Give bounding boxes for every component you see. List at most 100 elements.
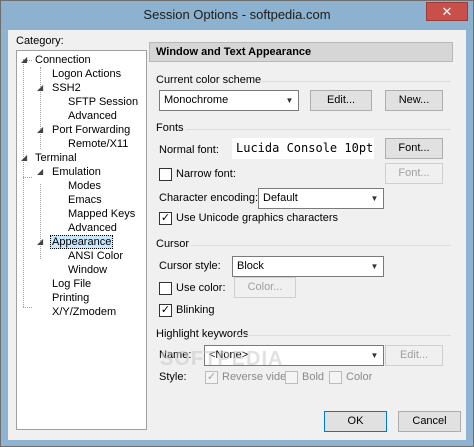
tree-item-emulation[interactable]: Emulation: [50, 165, 103, 179]
narrow-font-checkbox[interactable]: [159, 168, 172, 181]
use-color-label: Use color:: [176, 282, 226, 294]
tree-item-label: ANSI Color: [68, 250, 124, 262]
tree-item-remote-x11[interactable]: Remote/X11: [66, 137, 130, 151]
tree-item-terminal[interactable]: Terminal: [33, 151, 79, 165]
category-label: Category:: [16, 35, 64, 47]
tree-item-label: Advanced: [68, 110, 117, 122]
tree-item-xyzmodem[interactable]: X/Y/Zmodem: [50, 305, 118, 319]
new-color-scheme-button[interactable]: New...: [385, 90, 443, 111]
color-scheme-title: Current color scheme: [156, 74, 262, 86]
panel-header: Window and Text Appearance: [149, 42, 453, 62]
tree-item-label: Logon Actions: [52, 68, 122, 80]
tree-item-label: Terminal: [35, 152, 77, 164]
cursor-style-select[interactable]: Block ▼: [232, 256, 384, 277]
dialog-client: Category: ◢ Connection Logon Actions ◢ S…: [8, 30, 466, 440]
session-options-window: Session Options - softpedia.com ✕ Catego…: [0, 0, 474, 447]
tree-item-printing[interactable]: Printing: [50, 291, 91, 305]
ok-button[interactable]: OK: [324, 411, 387, 432]
tree-item-appearance[interactable]: Appearance: [50, 235, 114, 249]
collapse-icon[interactable]: ◢: [21, 56, 28, 64]
collapse-icon[interactable]: ◢: [37, 84, 44, 92]
tree-item-ssh2-advanced[interactable]: Advanced: [66, 109, 119, 123]
cursor-style-value: Block: [237, 260, 264, 272]
tree-item-emacs[interactable]: Emacs: [66, 193, 104, 207]
tree-item-mapped-keys[interactable]: Mapped Keys: [66, 207, 137, 221]
tree-item-label: Modes: [68, 180, 102, 192]
unicode-graphics-label: Use Unicode graphics characters: [176, 212, 339, 224]
group-divider: [186, 129, 451, 130]
tree-item-label: Port Forwarding: [52, 124, 131, 136]
bold-label: Bold: [302, 371, 325, 383]
reverse-video-label: Reverse video: [222, 371, 293, 383]
use-color-checkbox[interactable]: [159, 282, 172, 295]
group-divider: [259, 81, 451, 82]
tree-item-port-forwarding[interactable]: Port Forwarding: [50, 123, 132, 137]
tree-item-modes[interactable]: Modes: [66, 179, 103, 193]
highlight-edit-button[interactable]: Edit...: [385, 345, 443, 366]
color-label: Color: [346, 371, 373, 383]
tree-item-window[interactable]: Window: [66, 263, 109, 277]
blinking-label: Blinking: [176, 304, 215, 316]
normal-font-button[interactable]: Font...: [385, 138, 443, 159]
tree-item-label: Printing: [52, 292, 90, 304]
encoding-value: Default: [263, 192, 298, 204]
tree-item-label: SFTP Session: [68, 96, 139, 108]
chevron-down-icon: ▼: [285, 96, 294, 105]
tree-item-label: Emacs: [68, 194, 102, 206]
tree-item-label: Window: [68, 264, 108, 276]
color-scheme-value: Monochrome: [164, 94, 229, 106]
tree-item-label: Log File: [52, 278, 92, 290]
category-tree[interactable]: ◢ Connection Logon Actions ◢ SSH2 SFTP S…: [16, 50, 147, 430]
chevron-down-icon: ▼: [370, 262, 379, 271]
tree-item-sftp-session[interactable]: SFTP Session: [66, 95, 140, 109]
tree-item-connection[interactable]: Connection: [33, 53, 93, 67]
chevron-down-icon: ▼: [370, 351, 379, 360]
tree-line: [23, 177, 24, 307]
tree-item-label: Advanced: [68, 222, 117, 234]
tree-item-label: Appearance: [50, 235, 114, 249]
highlight-style-label: Style:: [159, 371, 187, 383]
blinking-checkbox[interactable]: ✓: [159, 304, 172, 317]
softpedia-watermark: SOFTPEDIA: [160, 348, 284, 370]
cursor-style-label: Cursor style:: [159, 260, 221, 272]
collapse-icon[interactable]: ◢: [37, 168, 44, 176]
close-button[interactable]: ✕: [426, 2, 468, 21]
collapse-icon[interactable]: ◢: [37, 238, 44, 246]
narrow-font-label: Narrow font:: [176, 168, 236, 180]
cursor-color-button[interactable]: Color...: [234, 277, 296, 298]
tree-item-label: Mapped Keys: [68, 208, 136, 220]
unicode-graphics-checkbox[interactable]: ✓: [159, 212, 172, 225]
narrow-font-button[interactable]: Font...: [385, 163, 443, 184]
tree-item-label: Emulation: [52, 166, 101, 178]
tree-item-ssh2[interactable]: SSH2: [50, 81, 83, 95]
tree-item-log-file[interactable]: Log File: [50, 277, 93, 291]
tree-line: [23, 177, 32, 178]
tree-item-label: X/Y/Zmodem: [52, 306, 117, 318]
color-scheme-select[interactable]: Monochrome ▼: [159, 90, 299, 111]
encoding-label: Character encoding:: [159, 192, 259, 204]
normal-font-preview: Lucida Console 10pt: [232, 138, 374, 159]
encoding-select[interactable]: Default ▼: [258, 188, 384, 209]
tree-item-ansi-color[interactable]: ANSI Color: [66, 249, 125, 263]
edit-color-scheme-button[interactable]: Edit...: [310, 90, 372, 111]
title-bar[interactable]: Session Options - softpedia.com ✕: [1, 1, 473, 30]
reverse-video-checkbox[interactable]: ✓: [205, 371, 218, 384]
cancel-button[interactable]: Cancel: [398, 411, 461, 432]
collapse-icon[interactable]: ◢: [21, 154, 28, 162]
fonts-title: Fonts: [156, 122, 184, 134]
tree-item-label: SSH2: [52, 82, 81, 94]
collapse-icon[interactable]: ◢: [37, 126, 44, 134]
tree-item-emulation-advanced[interactable]: Advanced: [66, 221, 119, 235]
tree-line: [40, 67, 41, 149]
tree-line: [40, 184, 41, 259]
chevron-down-icon: ▼: [370, 194, 379, 203]
bold-checkbox[interactable]: [285, 371, 298, 384]
tree-item-logon-actions[interactable]: Logon Actions: [50, 67, 123, 81]
tree-item-label: Remote/X11: [68, 138, 129, 150]
window-title: Session Options - softpedia.com: [143, 7, 331, 22]
group-divider: [237, 335, 451, 336]
group-divider: [191, 245, 451, 246]
tree-item-label: Connection: [35, 54, 91, 66]
normal-font-label: Normal font:: [159, 144, 219, 156]
color-checkbox[interactable]: [329, 371, 342, 384]
